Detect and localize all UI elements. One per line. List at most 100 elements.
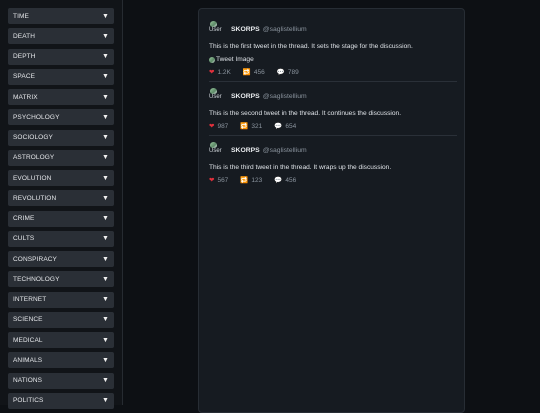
chevron-down-icon: ▼	[101, 296, 109, 303]
category-dropdown-nations[interactable]: NATIONS ▼	[8, 372, 114, 389]
chevron-down-icon: ▼	[101, 377, 109, 384]
chevron-down-icon: ▼	[101, 53, 109, 60]
tweet-text: This is the third tweet in the thread. I…	[209, 164, 392, 171]
retweet-count: 123	[251, 176, 263, 184]
heart-icon: ❤	[209, 123, 215, 130]
category-dropdown-crime[interactable]: CRIME ▼	[8, 210, 114, 227]
tweet-image[interactable]: Tweet Image	[209, 56, 457, 63]
chevron-down-icon: ▼	[101, 12, 109, 20]
author-handle[interactable]: @saglistellium	[263, 147, 307, 154]
chevron-down-icon: ▼	[101, 174, 109, 182]
category-label: SCIENCE	[13, 316, 43, 324]
tweet-stats: ❤ 567 🔁 123 💬 456	[209, 176, 457, 185]
chevron-down-icon: ▼	[101, 336, 109, 344]
avatar-alt-text: User	[209, 27, 222, 33]
category-dropdown-internet[interactable]: INTERNET ▼	[8, 291, 114, 308]
tweet-divider	[209, 81, 457, 82]
category-label: SOCIOLOGY	[13, 134, 53, 141]
chevron-down-icon: ▼	[101, 32, 109, 40]
reply-button[interactable]: 💬 789	[277, 68, 299, 77]
avatar[interactable]: User	[209, 142, 227, 158]
category-label: INTERNET	[13, 296, 47, 303]
category-dropdown-astrology[interactable]: ASTROLOGY ▼	[8, 149, 114, 166]
chevron-down-icon: ▼	[101, 73, 109, 81]
category-label: SPACE	[13, 73, 36, 81]
chevron-down-icon: ▼	[101, 154, 109, 162]
tweet-header: User SKORPS @saglistellium	[209, 142, 457, 158]
category-dropdown-time[interactable]: TIME ▼	[8, 8, 114, 24]
like-count: 1.2K	[217, 68, 231, 76]
category-label: CRIME	[13, 215, 35, 222]
category-dropdown-cults[interactable]: CULTS ▼	[8, 230, 114, 247]
author-name[interactable]: SKORPS	[231, 93, 260, 100]
tweet-stats: ❤ 987 🔁 321 💬 654	[209, 122, 457, 131]
like-button[interactable]: ❤ 987	[209, 122, 229, 131]
tweet-2[interactable]: User SKORPS @saglistellium This is the s…	[209, 88, 457, 130]
tweet-1[interactable]: User SKORPS @saglistellium This is the f…	[209, 21, 457, 76]
category-label: DEATH	[13, 32, 36, 40]
category-label: EVOLUTION	[13, 174, 52, 182]
category-dropdown-psychology[interactable]: PSYCHOLOGY ▼	[8, 109, 114, 126]
category-sidebar: TIME ▼ DEATH ▼ DEPTH ▼ SPACE ▼ MATRIX ▼ PSYCHOLOGY…	[0, 0, 123, 409]
category-label: PSYCHOLOGY	[13, 113, 60, 121]
retweet-button[interactable]: 🔁 123	[240, 176, 263, 185]
like-button[interactable]: ❤ 1.2K	[209, 68, 231, 77]
author-handle[interactable]: @saglistellium	[263, 93, 307, 100]
retweet-count: 321	[251, 122, 263, 130]
chevron-down-icon: ▼	[101, 397, 109, 405]
category-dropdown-matrix[interactable]: MATRIX ▼	[8, 89, 114, 105]
category-label: MEDICAL	[13, 336, 43, 344]
retweet-button[interactable]: 🔁 321	[240, 122, 263, 131]
category-dropdown-animals[interactable]: ANIMALS ▼	[8, 352, 114, 369]
retweet-button[interactable]: 🔁 456	[243, 68, 265, 77]
category-label: DEPTH	[13, 53, 36, 60]
category-dropdown-revolution[interactable]: REVOLUTION ▼	[8, 190, 114, 207]
reply-button[interactable]: 💬 654	[274, 122, 297, 131]
like-count: 567	[217, 176, 229, 184]
category-label: ASTROLOGY	[13, 154, 55, 162]
tweet-header: User SKORPS @saglistellium	[209, 88, 457, 104]
chevron-down-icon: ▼	[101, 93, 109, 101]
tweet-image-alt: Tweet Image	[216, 56, 254, 63]
chevron-down-icon: ▼	[101, 215, 109, 222]
reply-button[interactable]: 💬 456	[274, 176, 297, 185]
author-handle[interactable]: @saglistellium	[263, 26, 307, 33]
category-dropdown-science[interactable]: SCIENCE ▼	[8, 311, 114, 328]
category-label: ANIMALS	[13, 356, 43, 364]
heart-icon: ❤	[209, 69, 215, 76]
tweet-3[interactable]: User SKORPS @saglistellium This is the t…	[209, 142, 457, 184]
reply-count: 456	[285, 176, 297, 184]
category-dropdown-death[interactable]: DEATH ▼	[8, 28, 114, 45]
category-label: CULTS	[13, 235, 35, 243]
category-dropdown-space[interactable]: SPACE ▼	[8, 68, 114, 85]
reply-icon: 💬	[274, 123, 283, 130]
category-dropdown-politics[interactable]: POLITICS ▼	[8, 392, 114, 409]
category-dropdown-depth[interactable]: DEPTH ▼	[8, 48, 114, 65]
author-name[interactable]: SKORPS	[231, 147, 260, 154]
category-dropdown-sociology[interactable]: SOCIOLOGY ▼	[8, 129, 114, 146]
category-dropdown-conspiracy[interactable]: CONSPIRACY ▼	[8, 251, 114, 267]
tweet-text: This is the second tweet in the thread. …	[209, 110, 402, 117]
category-label: TECHNOLOGY	[13, 275, 60, 283]
chevron-down-icon: ▼	[101, 134, 109, 141]
category-dropdown-technology[interactable]: TECHNOLOGY ▼	[8, 271, 114, 288]
broken-image-icon	[209, 56, 215, 63]
chevron-down-icon: ▼	[101, 275, 109, 283]
like-count: 987	[217, 122, 229, 130]
avatar-alt-text: User	[209, 148, 222, 154]
chevron-down-icon: ▼	[101, 194, 109, 202]
retweet-icon: 🔁	[240, 123, 249, 130]
like-button[interactable]: ❤ 567	[209, 176, 229, 185]
category-dropdown-evolution[interactable]: EVOLUTION ▼	[8, 170, 114, 186]
tweet-header: User SKORPS @saglistellium	[209, 21, 457, 37]
avatar[interactable]: User	[209, 88, 227, 104]
tweet-thread: User SKORPS @saglistellium This is the f…	[198, 8, 465, 413]
retweet-icon: 🔁	[240, 177, 249, 184]
avatar[interactable]: User	[209, 21, 227, 37]
author-name[interactable]: SKORPS	[231, 26, 260, 33]
category-label: TIME	[13, 12, 29, 20]
category-dropdown-medical[interactable]: MEDICAL ▼	[8, 332, 114, 348]
reply-count: 654	[285, 122, 297, 130]
category-label: MATRIX	[13, 93, 38, 101]
retweet-count: 456	[253, 68, 265, 76]
